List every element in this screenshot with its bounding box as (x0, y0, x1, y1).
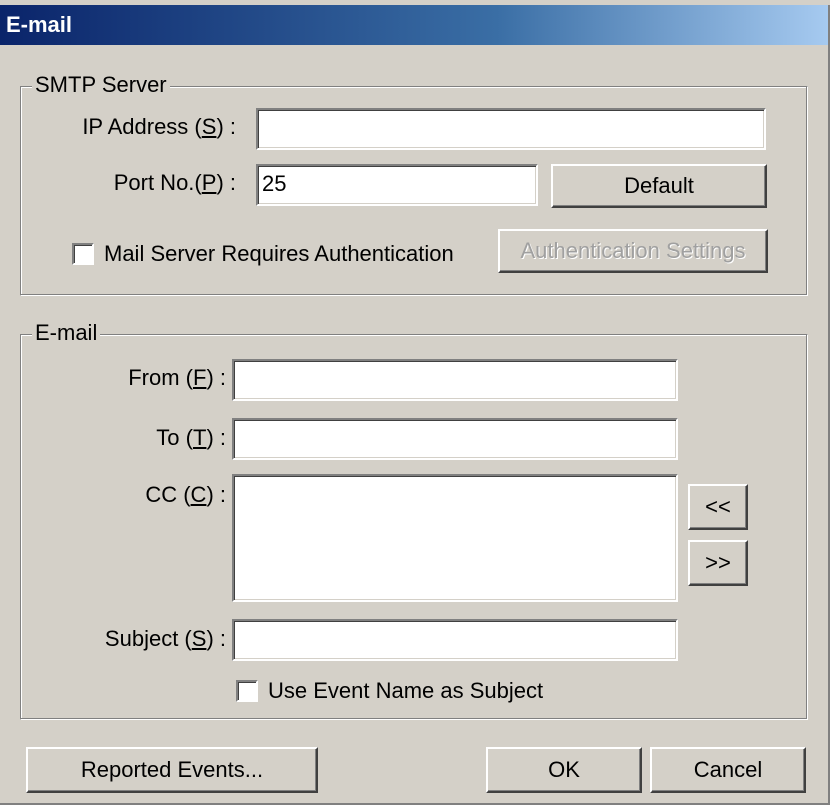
ip-address-input[interactable] (256, 108, 766, 150)
port-no-label: Port No.(P) : (113, 170, 236, 195)
from-label: From (F) : (128, 365, 226, 390)
cc-label: CC (C) : (145, 482, 226, 507)
mail-server-auth-label: Mail Server Requires Authentication (104, 241, 454, 266)
subject-label: Subject (S) : (104, 626, 226, 651)
window-titlebar[interactable]: E-mail (0, 5, 828, 45)
reported-events-button[interactable]: Reported Events... (26, 747, 318, 793)
port-number-input[interactable] (256, 164, 538, 206)
default-port-button[interactable]: Default (551, 164, 767, 208)
to-label: To (T) : (156, 425, 226, 450)
cancel-button[interactable]: Cancel (650, 747, 806, 793)
subject-input[interactable] (232, 619, 678, 661)
use-event-name-label: Use Event Name as Subject (268, 678, 544, 703)
window-title: E-mail (6, 12, 73, 37)
cc-textarea[interactable] (232, 474, 678, 602)
use-event-name-checkbox[interactable] (236, 680, 258, 702)
to-input[interactable] (232, 418, 678, 460)
mail-server-auth-checkbox[interactable] (72, 243, 94, 265)
email-settings-dialog: E-mail SMTP Server IP Address (S) : Port… (0, 0, 830, 805)
authentication-settings-button[interactable]: Authentication Settings (498, 229, 768, 273)
from-input[interactable] (232, 359, 678, 401)
cc-open-button[interactable]: >> (688, 540, 748, 586)
cc-add-button[interactable]: << (688, 484, 748, 530)
ip-address-label: IP Address (S) : (82, 114, 236, 139)
ok-button[interactable]: OK (486, 747, 642, 793)
email-legend: E-mail (32, 321, 101, 345)
smtp-server-legend: SMTP Server (32, 73, 170, 97)
